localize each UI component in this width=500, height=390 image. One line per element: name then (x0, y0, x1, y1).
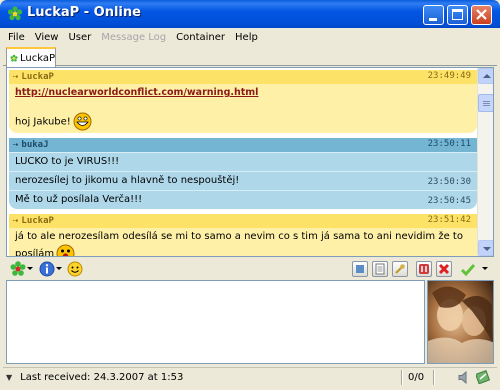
history-icon (356, 265, 364, 273)
message-line: LUCKO to je VIRUS!!! (9, 152, 477, 171)
typing-notification-icon[interactable] (476, 370, 490, 384)
message-line: já to ale nerozesílam odesílá se mi to s… (9, 228, 477, 257)
message-timestamp: 23:50:45 (427, 196, 471, 206)
menu-view[interactable]: View (30, 32, 64, 43)
minimize-button[interactable] (423, 5, 444, 25)
message-timestamp: 23:51:42 (427, 215, 471, 225)
menu-container[interactable]: Container (171, 32, 230, 43)
send-checkmark-icon[interactable] (460, 262, 476, 277)
status-bar: ▼ Last received: 24.3.2007 at 1:53 0/0 (3, 367, 497, 387)
smiley-icon[interactable] (67, 261, 83, 277)
document-icon (375, 263, 385, 275)
message-arrow-icon: ⇢ (13, 72, 19, 82)
sound-icon[interactable] (458, 371, 471, 384)
shocked-smiley-icon (56, 244, 75, 256)
icq-flower-icon (10, 54, 18, 62)
menu-bar: File View User Message Log Container Hel… (3, 28, 497, 46)
red-x-icon (438, 263, 450, 275)
maximize-button[interactable] (447, 5, 468, 25)
minimize-icon (429, 18, 437, 21)
scroll-down-icon (483, 247, 491, 251)
title-bar[interactable]: LuckaP - Online (0, 0, 500, 28)
contact-avatar (427, 280, 494, 364)
wrench-icon (395, 264, 405, 274)
menu-message-log[interactable]: Message Log (96, 32, 171, 43)
message-author: LuckaP (21, 72, 54, 82)
history-button[interactable] (352, 261, 368, 277)
maximize-icon (452, 9, 463, 20)
message-counter: 0/0 (408, 372, 425, 383)
message-line: http://nuclearworldconflict.com/warning.… (9, 84, 477, 102)
message-header: ⇢ bukaJ 23:50:11 (9, 138, 477, 152)
chevron-down-icon[interactable] (27, 267, 33, 270)
message-arrow-icon: ⇢ (13, 216, 19, 226)
message-group: ⇢ bukaJ 23:50:11 LUCKO to je VIRUS!!! neroz… (9, 138, 477, 209)
message-text: LUCKO to je VIRUS!!! (15, 156, 120, 167)
chevron-down-icon[interactable] (56, 267, 62, 270)
message-input-area[interactable] (6, 280, 425, 364)
icq-flower-icon (7, 6, 23, 21)
message-list: ⇢ LuckaP 23:49:49 http://nuclearworldconfli… (9, 70, 477, 257)
window-title: LuckaP - Online (27, 5, 141, 20)
scroll-up-icon (483, 74, 491, 78)
scroll-up-button[interactable] (478, 68, 493, 84)
message-timestamp: 23:50:11 (427, 139, 471, 149)
expand-arrow-icon[interactable]: ▼ (6, 373, 12, 382)
cancel-button[interactable] (436, 261, 452, 277)
scroll-down-button[interactable] (478, 240, 493, 256)
block-user-icon (419, 264, 429, 274)
protocol-flower-icon[interactable] (10, 261, 26, 277)
grinning-smiley-icon (73, 112, 92, 131)
message-input[interactable] (7, 281, 424, 363)
message-header: ⇢ LuckaP 23:51:42 (9, 214, 477, 228)
last-received-text: Last received: 24.3.2007 at 1:53 (20, 372, 184, 383)
tab-strip: LuckaP (3, 46, 497, 67)
tab-luckap[interactable]: LuckaP (6, 47, 56, 67)
message-line: Mě to už posílala Verča!!! 23:50:45 (9, 190, 477, 209)
chevron-down-icon[interactable] (482, 267, 488, 270)
status-divider (401, 370, 402, 385)
message-author: LuckaP (21, 216, 54, 226)
user-info-icon[interactable] (39, 261, 55, 277)
block-button[interactable] (416, 261, 432, 277)
message-line: hoj Jakube! (9, 102, 477, 133)
contact-photo (428, 281, 493, 363)
message-group: ⇢ LuckaP 23:51:42 já to ale nerozesílam ode… (9, 214, 477, 257)
message-author: bukaJ (21, 140, 49, 150)
menu-help[interactable]: Help (230, 32, 263, 43)
vertical-scrollbar[interactable] (477, 68, 493, 256)
settings-button[interactable] (392, 261, 408, 277)
scroll-thumb[interactable] (478, 94, 493, 112)
message-log[interactable]: ⇢ LuckaP 23:49:49 http://nuclearworldconfli… (6, 67, 494, 257)
message-timestamp: 23:50:30 (427, 177, 471, 187)
message-text: nerozesílej to jikomu a hlavně to nespou… (15, 175, 240, 186)
message-text: hoj Jakube! (15, 116, 71, 128)
message-toolbar (6, 260, 494, 279)
close-button[interactable] (471, 5, 492, 25)
message-header: ⇢ LuckaP 23:49:49 (9, 70, 477, 84)
grip-icon (483, 101, 490, 102)
close-icon (476, 9, 487, 20)
message-arrow-icon: ⇢ (13, 140, 19, 150)
menu-user[interactable]: User (63, 32, 96, 43)
message-timestamp: 23:49:49 (427, 71, 471, 81)
message-group: ⇢ LuckaP 23:49:49 http://nuclearworldconfli… (9, 70, 477, 133)
message-text: Mě to už posílala Verča!!! (15, 194, 143, 205)
status-divider (433, 370, 434, 385)
message-text: já to ale nerozesílam odesílá se mi to s… (15, 231, 463, 257)
log-button[interactable] (372, 261, 388, 277)
message-line: nerozesílej to jikomu a hlavně to nespou… (9, 171, 477, 190)
tab-label: LuckaP (19, 52, 55, 64)
menu-file[interactable]: File (3, 32, 30, 43)
message-link[interactable]: http://nuclearworldconflict.com/warning.… (15, 87, 258, 98)
